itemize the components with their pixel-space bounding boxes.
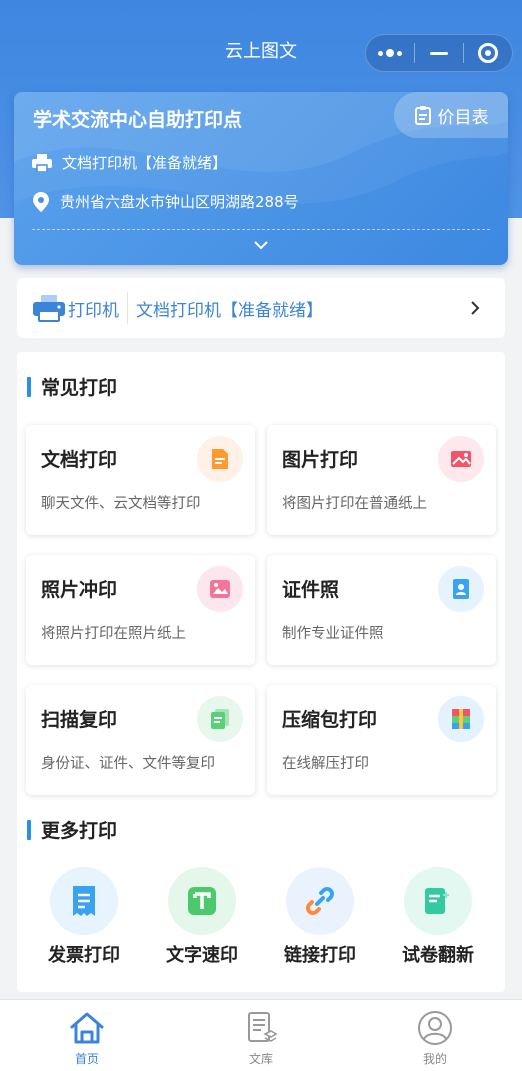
image-icon (438, 436, 484, 482)
card-desc: 身份证、证件、文件等复印 (41, 756, 215, 772)
card-image-print[interactable]: 图片打印 将图片打印在普通纸上 (267, 425, 496, 535)
minimize-icon (430, 51, 448, 55)
printer-icon (32, 154, 52, 172)
card-title: 压缩包打印 (282, 709, 378, 731)
exam-refresh-icon (404, 867, 472, 935)
tab-label: 文库 (248, 1052, 273, 1066)
photo-icon (197, 566, 243, 612)
link-icon (286, 867, 354, 935)
price-list-button[interactable]: 价目表 (394, 92, 508, 138)
price-list-label: 价目表 (437, 107, 489, 128)
card-id-photo[interactable]: 证件照 制作专业证件照 (267, 555, 496, 665)
tab-library[interactable]: 文库 (174, 1000, 348, 1071)
more-item-exam-refresh[interactable]: 试卷翻新 (383, 867, 493, 969)
card-title: 文档打印 (41, 449, 118, 471)
minimize-button[interactable] (415, 35, 463, 71)
home-icon (70, 1012, 104, 1044)
location-name: 学术交流中心自助打印点 (33, 109, 243, 131)
printer-status: 文档打印机【准备就绪】 (136, 300, 323, 321)
more-print-heading: 更多打印 (27, 816, 117, 843)
more-item-invoice[interactable]: 发票打印 (29, 867, 139, 969)
more-dots-icon (378, 49, 402, 57)
tab-profile[interactable]: 我的 (348, 1000, 522, 1071)
card-title: 证件照 (282, 579, 340, 601)
tab-label: 我的 (422, 1052, 447, 1066)
more-item-label: 文字速印 (166, 945, 238, 966)
common-print-heading: 常见打印 (27, 373, 117, 400)
clipboard-icon (414, 106, 431, 125)
target-close-icon (478, 43, 498, 63)
card-desc: 聊天文件、云文档等打印 (41, 496, 201, 512)
card-desc: 在线解压打印 (282, 756, 369, 772)
more-item-label: 试卷翻新 (402, 945, 474, 966)
location-address: 贵州省六盘水市钟山区明湖路288号 (60, 193, 299, 211)
card-desc: 将图片打印在普通纸上 (282, 496, 427, 512)
more-item-label: 链接打印 (284, 945, 356, 966)
profile-icon (418, 1011, 452, 1045)
id-photo-icon (438, 566, 484, 612)
printer-label: 打印机 (68, 300, 119, 321)
card-desc: 制作专业证件照 (282, 626, 384, 642)
card-title: 照片冲印 (41, 579, 118, 601)
card-photo-print[interactable]: 照片冲印 将照片打印在照片纸上 (26, 555, 255, 665)
archive-icon (438, 696, 484, 742)
card-desc: 将照片打印在照片纸上 (41, 626, 186, 642)
card-title: 扫描复印 (41, 709, 118, 731)
dashed-divider (32, 229, 490, 230)
mini-program-capsule (365, 34, 513, 72)
more-options-button[interactable] (366, 35, 414, 71)
tab-label: 首页 (74, 1052, 99, 1066)
document-icon (197, 436, 243, 482)
chevron-right-icon (471, 301, 480, 315)
card-title: 图片打印 (282, 449, 359, 471)
printer-selector[interactable]: 打印机 文档打印机【准备就绪】 (17, 278, 505, 338)
library-icon (248, 1012, 278, 1042)
location-printer-status: 文档打印机【准备就绪】 (62, 154, 228, 172)
text-print-icon (168, 867, 236, 935)
card-archive-print[interactable]: 压缩包打印 在线解压打印 (267, 685, 496, 795)
more-item-text-print[interactable]: 文字速印 (147, 867, 257, 969)
location-card[interactable]: 学术交流中心自助打印点 价目表 文档打印机【准备就绪】 贵州省六盘水市钟山区明湖… (14, 92, 508, 265)
invoice-icon (50, 867, 118, 935)
location-pin-icon (33, 192, 49, 212)
more-item-link-print[interactable]: 链接打印 (265, 867, 375, 969)
printer-icon (33, 295, 65, 322)
location-address-row: 贵州省六盘水市钟山区明湖路288号 (32, 191, 299, 213)
card-document-print[interactable]: 文档打印 聊天文件、云文档等打印 (26, 425, 255, 535)
chevron-down-icon[interactable] (253, 239, 269, 251)
more-item-label: 发票打印 (48, 945, 120, 966)
close-program-button[interactable] (464, 35, 512, 71)
scan-copy-icon (197, 696, 243, 742)
tab-home[interactable]: 首页 (0, 1000, 174, 1071)
print-services-panel: 常见打印 文档打印 聊天文件、云文档等打印 图片打印 将图片打印在普通纸上 照片… (17, 352, 505, 992)
card-scan-copy[interactable]: 扫描复印 身份证、证件、文件等复印 (26, 685, 255, 795)
bottom-tab-bar: 首页 文库 我的 (0, 999, 522, 1071)
location-printer-row: 文档打印机【准备就绪】 (32, 152, 227, 174)
